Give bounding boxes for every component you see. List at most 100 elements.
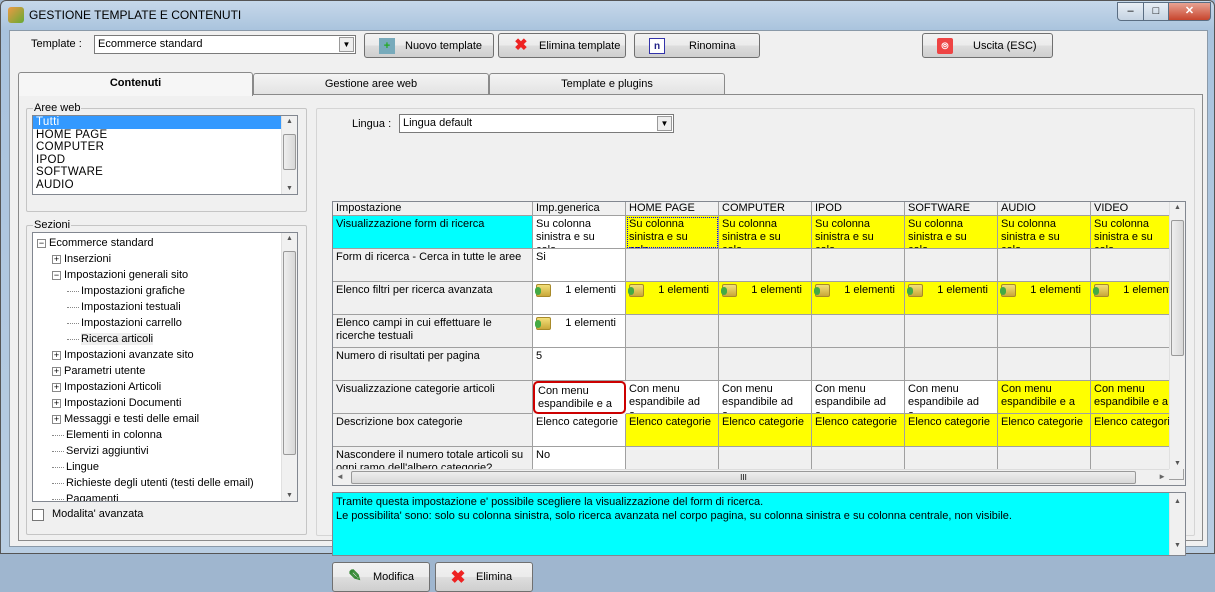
tree-item[interactable]: + Impostazioni Documenti xyxy=(52,395,181,411)
row-name[interactable]: Visualizzazione categorie articoli xyxy=(333,381,533,414)
aree-web-item[interactable]: COMPUTER xyxy=(33,141,297,154)
expand-icon[interactable]: + xyxy=(52,414,61,424)
grid-cell[interactable]: Su colonna sinistra e su colo... xyxy=(812,216,905,249)
row-name[interactable]: Elenco filtri per ricerca avanzata xyxy=(333,282,533,315)
grid-cell[interactable]: Su colonna sinistra e su colo... xyxy=(626,216,719,249)
row-name[interactable]: Form di ricerca - Cerca in tutte le aree xyxy=(333,249,533,282)
grid-cell[interactable]: 1 elementi xyxy=(812,282,905,315)
lingua-select[interactable]: Lingua default ▼ xyxy=(399,114,674,133)
grid-cell[interactable]: Elenco categorie xyxy=(533,414,626,447)
tree-item[interactable]: + Messaggi e testi delle email xyxy=(52,411,199,427)
tree-item[interactable]: + Impostazioni avanzate sito xyxy=(52,347,194,363)
grid-cell[interactable]: Con menu espandibile e a ... xyxy=(533,381,626,414)
tree-item[interactable]: Ricerca articoli xyxy=(67,331,154,347)
grid-cell[interactable]: Elenco categorie xyxy=(719,414,812,447)
rename-button[interactable]: n Rinomina xyxy=(634,33,760,58)
grid-cell[interactable] xyxy=(998,348,1091,381)
advanced-mode-checkbox[interactable] xyxy=(32,509,44,521)
grid-cell[interactable]: 5 xyxy=(533,348,626,381)
grid-cell[interactable]: Su colonna sinistra e su colo... xyxy=(533,216,626,249)
column-header[interactable]: SOFTWARE xyxy=(905,202,998,216)
grid-cell[interactable]: Con menu espandibile ad a... xyxy=(626,381,719,414)
tab-contenuti[interactable]: Contenuti xyxy=(18,72,253,96)
settings-grid[interactable]: Impostazione Imp.generica HOME PAGE COMPUTE… xyxy=(332,201,1186,486)
tree-item[interactable]: Impostazioni grafiche xyxy=(67,283,185,299)
grid-cell[interactable] xyxy=(626,315,719,348)
grid-cell[interactable]: Si xyxy=(533,249,626,282)
tree-item[interactable]: + Parametri utente xyxy=(52,363,145,379)
grid-cell[interactable] xyxy=(719,249,812,282)
grid-cell[interactable] xyxy=(812,249,905,282)
tree-item[interactable]: Impostazioni carrello xyxy=(67,315,182,331)
grid-cell[interactable]: Con menu espandibile e a ... xyxy=(998,381,1091,414)
grid-cell[interactable]: Con menu espandibile ad a... xyxy=(812,381,905,414)
tree-item[interactable]: + Impostazioni Articoli xyxy=(52,379,161,395)
tree-item[interactable]: − Impostazioni generali sito xyxy=(52,267,188,283)
grid-cell[interactable] xyxy=(626,348,719,381)
grid-cell[interactable]: Su colonna sinistra e su colo... xyxy=(998,216,1091,249)
aree-web-item[interactable]: SOFTWARE xyxy=(33,166,297,179)
collapse-icon[interactable]: − xyxy=(37,238,46,248)
grid-cell[interactable] xyxy=(905,315,998,348)
tree-item[interactable]: + Inserzioni xyxy=(52,251,111,267)
expand-icon[interactable]: + xyxy=(52,254,61,264)
exit-button[interactable]: ⦾ Uscita (ESC) xyxy=(922,33,1053,58)
grid-cell[interactable]: Elenco categorie xyxy=(626,414,719,447)
row-name[interactable]: Descrizione box categorie xyxy=(333,414,533,447)
close-button[interactable]: ✕ xyxy=(1168,2,1211,21)
column-header[interactable]: COMPUTER xyxy=(719,202,812,216)
grid-cell[interactable]: 1 elementi xyxy=(719,282,812,315)
collapse-icon[interactable]: − xyxy=(52,270,61,280)
minimize-button[interactable]: – xyxy=(1117,2,1144,21)
row-name[interactable]: Visualizzazione form di ricerca xyxy=(333,216,533,249)
expand-icon[interactable]: + xyxy=(52,366,61,376)
column-header[interactable]: Imp.generica xyxy=(533,202,626,216)
aree-web-scrollbar[interactable]: ▲ ▼ xyxy=(281,116,297,194)
row-name[interactable]: Elenco campi in cui effettuare le ricerc… xyxy=(333,315,533,348)
tree-item[interactable]: − Ecommerce standard xyxy=(37,235,154,251)
column-header[interactable]: AUDIO xyxy=(998,202,1091,216)
grid-cell[interactable] xyxy=(719,315,812,348)
grid-cell[interactable] xyxy=(812,315,905,348)
tab-template-plugins[interactable]: Template e plugins xyxy=(489,73,725,95)
grid-cell[interactable] xyxy=(626,249,719,282)
column-header[interactable]: Impostazione xyxy=(333,202,533,216)
grid-cell[interactable]: Con menu espandibile ad a... xyxy=(905,381,998,414)
grid-hscrollbar[interactable]: ◄ III ► xyxy=(333,469,1169,485)
expand-icon[interactable]: + xyxy=(52,350,61,360)
grid-cell[interactable]: 1 elementi xyxy=(998,282,1091,315)
grid-cell[interactable] xyxy=(905,249,998,282)
sezioni-tree[interactable]: − Ecommerce standard + Inserzioni − Impostazi… xyxy=(32,232,298,502)
grid-cell[interactable]: Elenco categorie xyxy=(812,414,905,447)
aree-web-item[interactable]: HOME PAGE xyxy=(33,129,297,142)
sezioni-scrollbar[interactable]: ▲ ▼ xyxy=(281,233,297,501)
row-name[interactable]: Numero di risultati per pagina xyxy=(333,348,533,381)
grid-cell[interactable]: Su colonna sinistra e su colo... xyxy=(719,216,812,249)
expand-icon[interactable]: + xyxy=(52,382,61,392)
tree-item[interactable]: Servizi aggiuntivi xyxy=(52,443,149,459)
tree-item[interactable]: Lingue xyxy=(52,459,99,475)
elimina-button[interactable]: ✖ Elimina xyxy=(435,562,533,592)
grid-cell[interactable] xyxy=(812,348,905,381)
tree-item[interactable]: Impostazioni testuali xyxy=(67,299,181,315)
grid-cell[interactable]: Elenco categorie xyxy=(905,414,998,447)
grid-cell[interactable] xyxy=(905,348,998,381)
tab-gestione-aree-web[interactable]: Gestione aree web xyxy=(253,73,489,95)
grid-cell[interactable]: 1 elementi xyxy=(533,282,626,315)
grid-cell[interactable] xyxy=(998,249,1091,282)
delete-template-button[interactable]: ✖ Elimina template xyxy=(498,33,626,58)
aree-web-list[interactable]: Tutti HOME PAGE COMPUTER IPOD SOFTWARE AUDIO … xyxy=(32,115,298,195)
grid-cell[interactable]: Elenco categorie xyxy=(998,414,1091,447)
expand-icon[interactable]: + xyxy=(52,398,61,408)
grid-vscrollbar[interactable]: ▲ ▼ xyxy=(1169,202,1185,469)
tree-item[interactable]: Richieste degli utenti (testi delle emai… xyxy=(52,475,254,491)
description-scrollbar[interactable]: ▲ ▼ xyxy=(1169,493,1185,555)
modifica-button[interactable]: ✎ Modifica xyxy=(332,562,430,592)
grid-cell[interactable]: 1 elementi xyxy=(905,282,998,315)
grid-cell[interactable] xyxy=(998,315,1091,348)
column-header[interactable]: HOME PAGE xyxy=(626,202,719,216)
maximize-button[interactable]: □ xyxy=(1143,2,1169,21)
grid-cell[interactable]: Con menu espandibile ad a... xyxy=(719,381,812,414)
aree-web-item[interactable]: IPOD xyxy=(33,154,297,167)
tree-item[interactable]: Pagamenti xyxy=(52,491,119,501)
